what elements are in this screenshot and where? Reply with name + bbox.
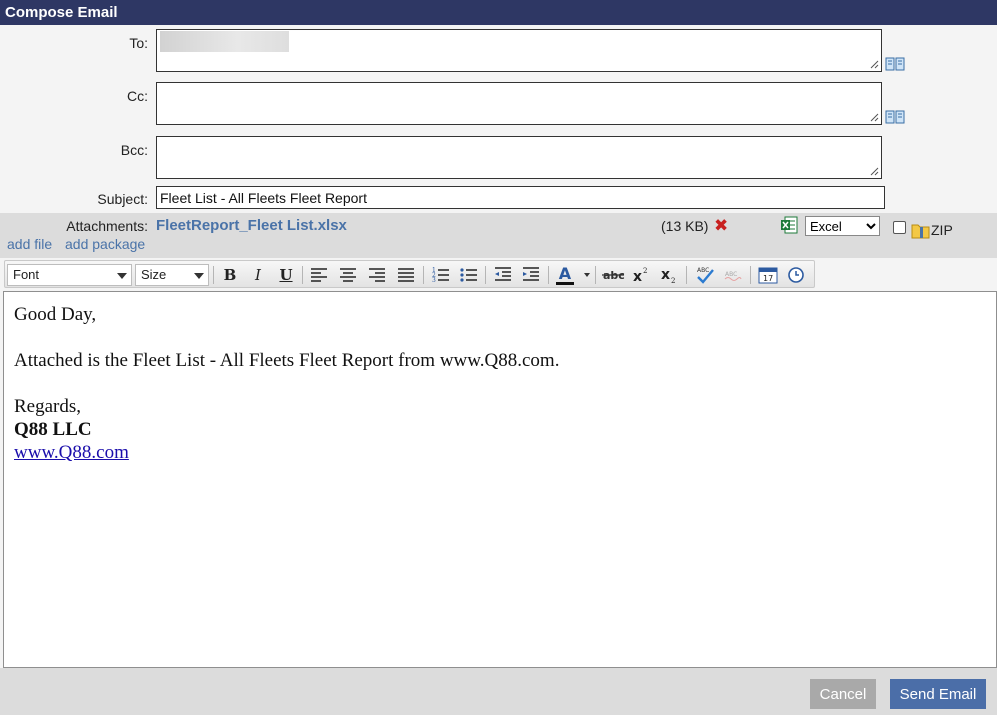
size-select-label: Size <box>141 267 167 282</box>
font-select[interactable]: Font <box>7 264 132 286</box>
strikethrough-icon[interactable]: abc <box>601 264 625 286</box>
toolbar-separator <box>302 266 303 284</box>
chevron-down-icon <box>194 273 204 279</box>
address-book-icon[interactable] <box>885 57 905 71</box>
subject-label: Subject: <box>97 191 148 207</box>
subject-input[interactable] <box>156 186 885 209</box>
align-justify-icon[interactable] <box>394 264 418 286</box>
svg-text:ABC: ABC <box>697 267 709 274</box>
closing-text: Regards, <box>14 396 82 417</box>
outdent-icon[interactable] <box>491 264 515 286</box>
bold-button[interactable]: B <box>218 264 242 286</box>
svg-text:3: 3 <box>432 277 436 284</box>
indent-icon[interactable] <box>519 264 543 286</box>
toolbar-separator <box>595 266 596 284</box>
svg-text:x: x <box>661 267 670 283</box>
bullet-list-icon[interactable] <box>457 264 481 286</box>
calendar-icon[interactable]: 17 <box>756 264 780 286</box>
svg-text:x: x <box>633 269 642 285</box>
svg-text:ABC: ABC <box>725 271 737 278</box>
spellcheck-disabled-icon: ABC <box>724 271 742 281</box>
spellcheck-icon[interactable]: ABC <box>693 264 717 286</box>
to-label: To: <box>129 35 148 51</box>
editor-toolbar: Font Size B I U 123 A abc x2 x2 ABC ABC … <box>4 260 815 288</box>
align-center-icon[interactable] <box>336 264 360 286</box>
cc-label: Cc: <box>127 88 148 104</box>
chevron-down-icon[interactable] <box>584 273 590 277</box>
toolbar-separator <box>750 266 751 284</box>
toolbar-separator <box>213 266 214 284</box>
superscript-icon[interactable]: x2 <box>629 264 653 286</box>
attachment-size: (13 KB) <box>661 218 709 234</box>
size-select[interactable]: Size <box>135 264 209 286</box>
excel-icon <box>781 216 798 234</box>
underline-button[interactable]: U <box>274 264 298 286</box>
website-link[interactable]: www.Q88.com <box>14 442 129 463</box>
greeting-text: Good Day, <box>14 304 97 325</box>
align-right-icon[interactable] <box>365 264 389 286</box>
add-package-link[interactable]: add package <box>65 236 145 252</box>
cc-field[interactable] <box>156 82 882 125</box>
svg-text:2: 2 <box>671 277 675 285</box>
redacted-recipient <box>160 31 289 52</box>
svg-text:2: 2 <box>643 267 647 275</box>
font-select-label: Font <box>13 267 40 282</box>
attachment-file-link[interactable]: FleetReport_Fleet List.xlsx <box>156 217 347 234</box>
cancel-button[interactable]: Cancel <box>810 679 876 709</box>
subscript-icon[interactable]: x2 <box>657 264 681 286</box>
font-color-label: A <box>558 263 572 283</box>
svg-text:17: 17 <box>763 274 773 283</box>
toolbar-separator <box>548 266 549 284</box>
bcc-field[interactable] <box>156 136 882 179</box>
message-editor[interactable]: Good Day, Attached is the Fleet List - A… <box>3 291 997 668</box>
send-email-button[interactable]: Send Email <box>890 679 986 709</box>
remove-attachment-icon[interactable]: ✖ <box>714 217 728 234</box>
dialog-title: Compose Email <box>0 0 997 25</box>
toolbar-separator <box>686 266 687 284</box>
color-swatch <box>556 281 574 285</box>
zip-checkbox[interactable] <box>893 221 906 234</box>
clock-icon[interactable] <box>784 264 808 286</box>
bcc-label: Bcc: <box>120 142 148 158</box>
toolbar-separator <box>423 266 424 284</box>
toolbar-separator <box>485 266 486 284</box>
chevron-down-icon <box>117 273 127 279</box>
attachments-label: Attachments: <box>66 218 148 234</box>
add-file-link[interactable]: add file <box>7 236 52 252</box>
italic-button[interactable]: I <box>246 264 270 286</box>
numbered-list-icon[interactable]: 123 <box>429 264 453 286</box>
zip-folder-icon <box>911 224 930 239</box>
align-left-icon[interactable] <box>307 264 331 286</box>
message-text: Attached is the Fleet List - All Fleets … <box>14 350 560 371</box>
attachment-format-select[interactable]: Excel <box>805 216 880 236</box>
address-book-icon[interactable] <box>885 110 905 124</box>
zip-label: ZIP <box>931 222 953 238</box>
company-name: Q88 LLC <box>14 419 92 440</box>
font-color-button[interactable]: A <box>553 264 577 286</box>
